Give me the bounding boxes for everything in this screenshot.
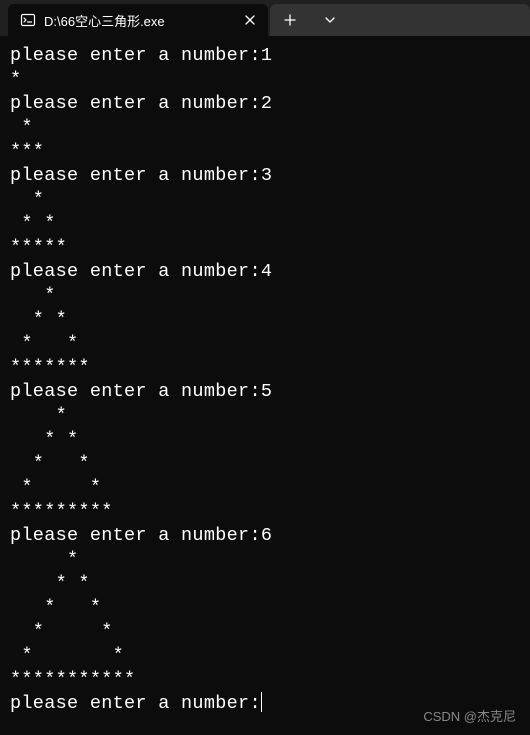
console-text: please enter a number:1 * please enter a… bbox=[10, 45, 272, 714]
window-titlebar: D:\66空心三角形.exe bbox=[0, 0, 530, 36]
tab-close-button[interactable] bbox=[240, 10, 260, 30]
console-output[interactable]: please enter a number:1 * please enter a… bbox=[0, 36, 530, 724]
watermark: CSDN @杰克尼 bbox=[423, 706, 516, 725]
close-icon bbox=[244, 14, 256, 26]
text-cursor bbox=[261, 692, 262, 712]
terminal-icon bbox=[20, 12, 36, 28]
tab-dropdown-button[interactable] bbox=[310, 4, 350, 36]
titlebar-actions bbox=[270, 4, 530, 36]
active-tab[interactable]: D:\66空心三角形.exe bbox=[8, 4, 268, 36]
plus-icon bbox=[284, 14, 296, 26]
chevron-down-icon bbox=[324, 14, 336, 26]
tab-title: D:\66空心三角形.exe bbox=[44, 11, 212, 30]
new-tab-button[interactable] bbox=[270, 4, 310, 36]
